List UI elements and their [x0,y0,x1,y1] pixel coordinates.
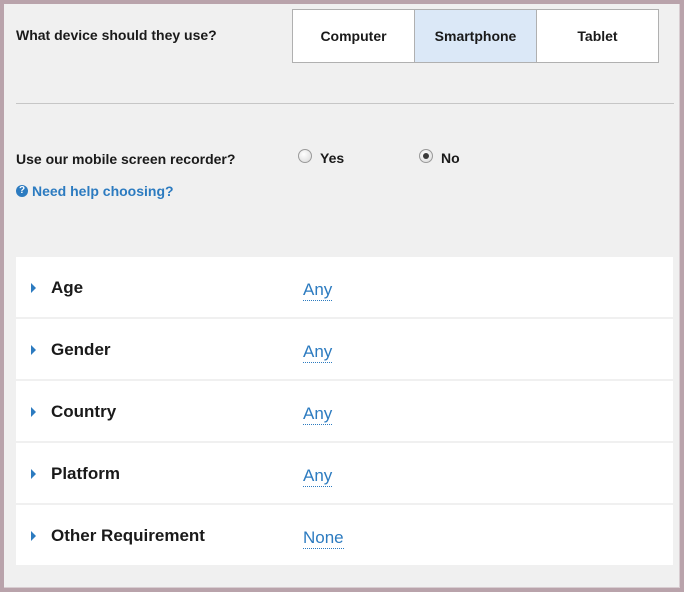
filter-value[interactable]: None [303,528,344,549]
filter-value[interactable]: Any [303,404,333,425]
filter-value[interactable]: Any [303,342,333,363]
filter-value[interactable]: Any [303,466,333,487]
recorder-option-yes[interactable]: Yes [298,149,345,166]
recorder-question-label: Use our mobile screen recorder? [16,151,236,167]
caret-right-icon [31,407,36,417]
radio-no-label: No [441,150,460,166]
recorder-option-no[interactable]: No [419,149,460,166]
filter-label: Platform [51,464,120,483]
filter-label: Other Requirement [51,526,205,545]
device-option-smartphone[interactable]: Smartphone [414,10,536,62]
filter-value[interactable]: Any [303,280,333,301]
filter-row-gender[interactable]: Gender Any [16,319,673,379]
caret-right-icon [31,345,36,355]
filter-label: Age [51,278,84,297]
caret-right-icon [31,469,36,479]
test-settings-panel: What device should they use? Computer Sm… [4,4,680,588]
filter-label: Gender [51,340,111,359]
radio-no[interactable] [419,149,433,163]
filter-row-age[interactable]: Age Any [16,257,673,317]
filter-row-other-requirement[interactable]: Other Requirement None [16,505,673,565]
help-choosing-link[interactable]: ? Need help choosing? [16,183,174,199]
device-option-tablet[interactable]: Tablet [536,10,658,62]
caret-right-icon [31,531,36,541]
help-link-text: Need help choosing? [32,183,174,199]
filter-list: Age Any Gender Any Country Any Platform … [16,257,673,567]
filter-label: Country [51,402,117,421]
radio-yes-label: Yes [320,150,345,166]
device-selector: Computer Smartphone Tablet [292,9,659,63]
radio-yes[interactable] [298,149,312,163]
device-option-computer[interactable]: Computer [293,10,414,62]
section-divider [16,103,674,104]
question-circle-icon: ? [16,185,28,197]
filter-row-platform[interactable]: Platform Any [16,443,673,503]
caret-right-icon [31,283,36,293]
device-question-label: What device should they use? [16,27,217,43]
filter-row-country[interactable]: Country Any [16,381,673,441]
